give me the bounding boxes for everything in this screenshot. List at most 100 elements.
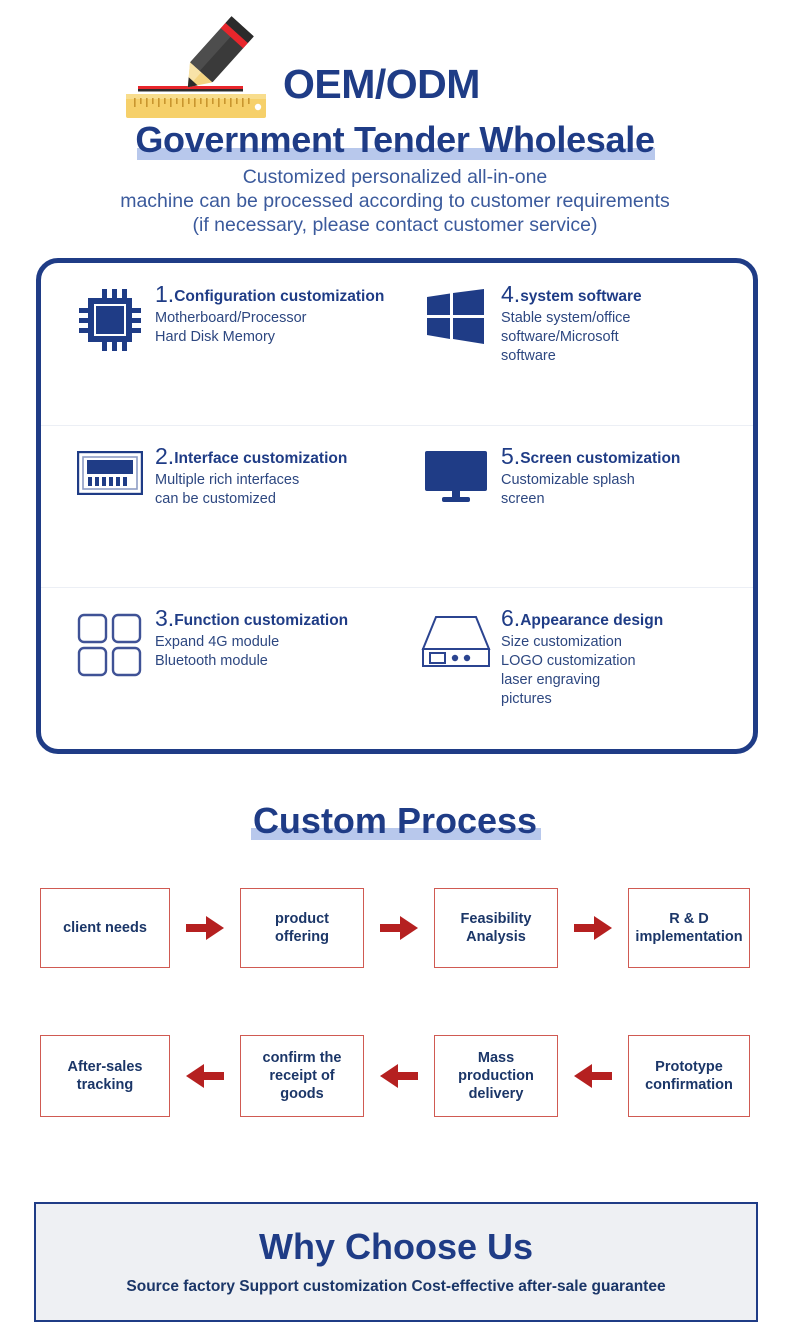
feature-text: 2.Interface customization Multiple rich …	[147, 443, 347, 509]
custom-process-title: Custom Process	[245, 800, 545, 842]
step-label-line-2: tracking	[76, 1077, 134, 1093]
why-choose-us-subtitle: Source factory Support customization Cos…	[126, 1277, 666, 1295]
process-flow-row-1: client needs product offering Feasibility…	[0, 888, 790, 968]
usb-port-icon	[73, 443, 147, 495]
feature-text: 4.system software Stable system/office s…	[493, 281, 642, 366]
step-label-line-2: implementation	[635, 929, 743, 945]
feature-heading: 2.Interface customization	[155, 445, 347, 468]
feature-desc-line-1: Customizable splash	[501, 472, 635, 488]
feature-number: 6	[501, 605, 514, 631]
header-section: OEM/ODM Government Tender Wholesale Cust…	[0, 0, 790, 252]
step-label-line-1: Feasibility	[460, 910, 532, 927]
feature-title: Appearance design	[520, 612, 664, 629]
header-subtitle: Customized personalized all-in-one machi…	[0, 166, 790, 237]
four-squares-grid-icon	[73, 605, 147, 677]
arrow-left-icon	[558, 1063, 628, 1089]
feature-number: 1	[155, 281, 168, 307]
process-flow-diagram: client needs product offering Feasibility…	[0, 880, 790, 1155]
features-box: 1.Configuration customization Motherboar…	[36, 258, 758, 754]
feature-title: Interface customization	[174, 450, 348, 467]
feature-number: 2	[155, 443, 168, 469]
process-step-confirm-receipt: confirm the receipt of goods	[240, 1035, 364, 1117]
feature-text: 1.Configuration customization Motherboar…	[147, 281, 384, 347]
feature-item-function: 3.Function customization Expand 4G modul…	[41, 587, 397, 749]
step-label-line-2: offering	[275, 929, 329, 945]
process-step-mass-production-delivery: Mass production delivery	[434, 1035, 558, 1117]
feature-text: 5.Screen customization Customizable spla…	[493, 443, 680, 509]
feature-desc-line-2: Bluetooth module	[155, 653, 268, 670]
process-step-feasibility-analysis: Feasibility Analysis	[434, 888, 558, 968]
feature-heading: 5.Screen customization	[501, 445, 680, 468]
step-label-line-3: goods	[280, 1086, 324, 1103]
arrow-right-icon	[170, 915, 240, 941]
feature-heading: 3.Function customization	[155, 607, 348, 630]
feature-desc-line-1: Expand 4G module	[155, 634, 280, 650]
step-label-line-1: R & D	[669, 910, 709, 927]
feature-heading: 6.Appearance design	[501, 607, 663, 630]
process-step-after-sales-tracking: After-sales tracking	[40, 1035, 170, 1117]
feature-desc-line-2: screen	[501, 491, 545, 508]
arrow-right-icon	[558, 915, 628, 941]
step-label-line-2: receipt of	[269, 1067, 335, 1084]
feature-desc-line-2: Hard Disk Memory	[155, 329, 276, 346]
subtitle-line-3: (if necessary, please contact customer s…	[192, 213, 598, 236]
feature-desc-line-3: software	[501, 348, 556, 365]
feature-text: 6.Appearance design Size customization L…	[493, 605, 663, 710]
feature-item-appearance: 6.Appearance design Size customization L…	[397, 587, 753, 749]
feature-desc-line-4: pictures	[501, 691, 552, 708]
step-label-line-2: confirmation	[645, 1077, 733, 1093]
features-grid: 1.Configuration customization Motherboar…	[41, 263, 753, 749]
cpu-chip-icon	[73, 281, 147, 351]
feature-number: 4	[501, 281, 514, 307]
step-label-line-2: Analysis	[466, 929, 526, 945]
main-title-wrap: Government Tender Wholesale	[0, 120, 790, 160]
feature-item-interface: 2.Interface customization Multiple rich …	[41, 425, 397, 587]
arrow-left-icon	[364, 1063, 434, 1089]
step-label-line-1: After-sales	[67, 1058, 143, 1075]
feature-title: Configuration customization	[174, 288, 385, 305]
subtitle-line-1: Customized personalized all-in-one	[242, 166, 548, 188]
monitor-icon	[419, 443, 493, 503]
step-label-line-1: confirm the	[262, 1049, 342, 1066]
why-choose-us-title: Why Choose Us	[258, 1226, 534, 1268]
mini-pc-case-icon	[419, 605, 493, 671]
custom-process-title-wrap: Custom Process	[0, 800, 790, 842]
step-label-line-1: product	[275, 910, 329, 927]
process-flow-row-2: After-sales tracking confirm the receipt o…	[0, 1035, 790, 1117]
feature-desc-line-1: Multiple rich interfaces	[155, 472, 300, 488]
feature-number: 5	[501, 443, 514, 469]
arrow-left-icon	[170, 1063, 240, 1089]
feature-desc-line-1: Motherboard/Processor	[155, 310, 307, 326]
subtitle-line-2: machine can be processed according to cu…	[120, 189, 670, 212]
feature-desc-line-1: Size customization	[501, 634, 622, 650]
feature-title: Function customization	[174, 612, 349, 629]
windows-logo-icon	[419, 281, 493, 345]
infographic-page: OEM/ODM Government Tender Wholesale Cust…	[0, 0, 790, 1338]
process-step-rd-implementation: R & D implementation	[628, 888, 750, 968]
feature-item-screen: 5.Screen customization Customizable spla…	[397, 425, 753, 587]
main-title-text: Government Tender Wholesale	[135, 119, 655, 160]
feature-text: 3.Function customization Expand 4G modul…	[147, 605, 348, 671]
pencil-ruler-icon	[108, 8, 278, 120]
feature-item-system-software: 4.system software Stable system/office s…	[397, 263, 753, 425]
feature-title: system software	[520, 288, 642, 305]
process-step-client-needs: client needs	[40, 888, 170, 968]
oem-odm-title: OEM/ODM	[283, 61, 480, 107]
why-choose-us-section: Why Choose Us Source factory Support cus…	[34, 1202, 758, 1322]
process-step-product-offering: product offering	[240, 888, 364, 968]
feature-desc-line-1: Stable system/office	[501, 310, 631, 326]
feature-desc-line-2: software/Microsoft	[501, 329, 619, 346]
step-label-line-1: Prototype	[655, 1058, 723, 1075]
feature-number: 3	[155, 605, 168, 631]
process-step-prototype-confirmation: Prototype confirmation	[628, 1035, 750, 1117]
feature-desc-line-2: LOGO customization	[501, 653, 636, 670]
step-label-line-3: delivery	[468, 1086, 524, 1103]
feature-desc-line-3: laser engraving	[501, 672, 601, 689]
custom-process-title-text: Custom Process	[252, 800, 538, 841]
feature-heading: 1.Configuration customization	[155, 283, 384, 306]
arrow-right-icon	[364, 915, 434, 941]
feature-desc-line-2: can be customized	[155, 491, 276, 508]
step-label: client needs	[63, 919, 147, 936]
step-label-line-1: Mass	[477, 1049, 515, 1066]
feature-item-configuration: 1.Configuration customization Motherboar…	[41, 263, 397, 425]
